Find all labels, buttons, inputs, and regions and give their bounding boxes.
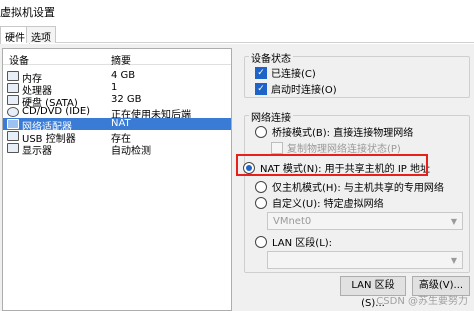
- device-status-group: 设备状态 ✓ 已连接(C) ✓ 启动时连接(O): [244, 50, 470, 98]
- device-summary: 自动检测: [111, 146, 151, 157]
- radio-icon: [255, 125, 267, 138]
- device-summary: NAT: [111, 118, 131, 129]
- display-icon: [7, 143, 19, 153]
- device-summary: 4 GB: [111, 70, 136, 81]
- replicate-state-checkbox[interactable]: ✓ 复制物理网络连接状态(P): [271, 140, 401, 155]
- device-row-cd-dvd[interactable]: CD/DVD (IDE) 正在使用未知后端: [3, 106, 231, 121]
- device-row-processor[interactable]: 处理器 1: [3, 82, 231, 97]
- device-name: CD/DVD (IDE): [22, 106, 91, 117]
- connect-on-power-checkbox[interactable]: ✓ 启动时连接(O): [255, 81, 337, 96]
- vmnet-select-value: VMnet0: [273, 216, 312, 227]
- bridged-label: 桥接模式(B): 直接连接物理网络: [272, 128, 414, 139]
- chevron-down-icon: ▼: [450, 256, 457, 265]
- chevron-down-icon: ▼: [450, 217, 457, 226]
- device-row-network-adapter[interactable]: 网络适配器 NAT: [3, 118, 231, 133]
- device-name: 显示器: [22, 146, 52, 157]
- cd-icon: [7, 107, 19, 117]
- check-icon: ✓: [255, 66, 267, 79]
- device-row-display[interactable]: 显示器 自动检测: [3, 142, 231, 157]
- check-icon: ✓: [271, 141, 283, 154]
- check-icon: ✓: [255, 82, 267, 95]
- title-bar: 虚拟机设置: [0, 0, 474, 24]
- device-list[interactable]: 设备 摘要 内存 4 GB 处理器 1 硬盘 (SATA) 32 GB CD/D…: [2, 48, 232, 311]
- network-icon: [7, 119, 19, 129]
- header-device[interactable]: 设备: [9, 52, 29, 67]
- tab-strip: 硬件 选项: [0, 26, 474, 44]
- device-status-title: 设备状态: [249, 50, 293, 65]
- custom-radio[interactable]: 自定义(U): 特定虚拟网络: [255, 195, 384, 210]
- device-row-disk[interactable]: 硬盘 (SATA) 32 GB: [3, 94, 231, 109]
- cpu-icon: [7, 83, 19, 93]
- highlight-annotation-box: [236, 154, 428, 176]
- connected-label: 已连接(C): [271, 69, 316, 80]
- radio-icon: [255, 235, 267, 248]
- lan-segment-select[interactable]: ▼: [267, 251, 463, 269]
- header-summary[interactable]: 摘要: [111, 52, 131, 67]
- usb-icon: [7, 131, 19, 141]
- device-summary: 32 GB: [111, 94, 142, 105]
- tab-options[interactable]: 选项: [26, 26, 56, 44]
- device-row-usb[interactable]: USB 控制器 存在: [3, 130, 231, 145]
- lan-segment-label: LAN 区段(L):: [272, 238, 333, 249]
- radio-icon: [255, 180, 267, 193]
- vmnet-select[interactable]: VMnet0 ▼: [267, 212, 463, 230]
- connect-on-power-label: 启动时连接(O): [271, 85, 337, 96]
- watermark: CSDN @苏生要努力: [376, 296, 468, 307]
- device-summary: 1: [111, 82, 118, 93]
- disk-icon: [7, 95, 19, 105]
- network-connection-group: 网络连接 桥接模式(B): 直接连接物理网络 ✓ 复制物理网络连接状态(P) N…: [243, 109, 470, 273]
- device-row-memory[interactable]: 内存 4 GB: [3, 70, 231, 85]
- memory-icon: [7, 71, 19, 81]
- host-only-label: 仅主机模式(H): 与主机共享的专用网络: [272, 183, 444, 194]
- lan-segment-radio[interactable]: LAN 区段(L):: [255, 234, 332, 249]
- device-list-header: 设备 摘要: [3, 49, 231, 67]
- connected-checkbox[interactable]: ✓ 已连接(C): [255, 65, 316, 80]
- window-title: 虚拟机设置: [0, 6, 55, 19]
- settings-panel: 设备 摘要 内存 4 GB 处理器 1 硬盘 (SATA) 32 GB CD/D…: [0, 44, 474, 311]
- replicate-state-label: 复制物理网络连接状态(P): [287, 144, 401, 155]
- host-only-radio[interactable]: 仅主机模式(H): 与主机共享的专用网络: [255, 179, 444, 194]
- custom-label: 自定义(U): 特定虚拟网络: [272, 199, 384, 210]
- bridged-radio[interactable]: 桥接模式(B): 直接连接物理网络: [255, 124, 413, 139]
- network-connection-title: 网络连接: [249, 109, 293, 124]
- radio-icon: [255, 196, 267, 209]
